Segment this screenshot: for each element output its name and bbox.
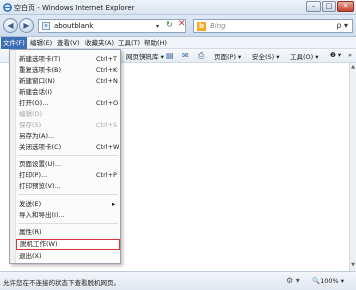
address-dropdown-icon[interactable]: ▾ — [156, 23, 159, 30]
menu-item-label: 导入和导出(I)... — [19, 211, 65, 219]
menu-item-send[interactable]: 发送(E) ▸ — [16, 199, 120, 209]
menu-item-label: 新建选项卡(T) — [19, 55, 61, 63]
zoom-level[interactable]: 🔍100% ▾ — [312, 277, 344, 285]
maximize-button[interactable]: □ — [322, 1, 336, 12]
back-button[interactable]: ◀ — [3, 18, 18, 33]
menu-item-new-tab[interactable]: 新建选项卡(T) Ctrl+T — [16, 54, 120, 64]
menu-item-label: 打印预览(V)... — [19, 182, 61, 190]
menu-item-shortcut: Ctrl+K — [96, 66, 118, 74]
search-icon[interactable]: ρ ▾ — [336, 21, 348, 30]
security-zone-icon[interactable]: ⚙ ▾ — [286, 276, 300, 285]
menu-item-save-as[interactable]: 另存为(A)... — [16, 131, 120, 141]
minimize-button[interactable]: – — [306, 1, 321, 12]
menu-view[interactable]: 查看(V) — [55, 37, 82, 49]
menu-item-label: 编辑(D) — [19, 110, 43, 118]
menu-item-exit[interactable]: 退出(X) — [16, 251, 120, 261]
page-icon: e — [42, 22, 50, 30]
more-chevron-icon[interactable]: » — [348, 51, 352, 59]
menu-item-label: 保存(S) — [19, 121, 42, 129]
menu-item-label: 新建窗口(N) — [19, 77, 55, 85]
menu-item-new-window[interactable]: 新建窗口(N) Ctrl+N — [16, 76, 120, 86]
menu-item-label: 页面设置(U)... — [19, 160, 62, 168]
file-menu-dropdown: 新建选项卡(T) Ctrl+T 重复选项卡(B) Ctrl+K 新建窗口(N) … — [9, 49, 121, 264]
menu-item-work-offline[interactable]: 脱机工作(W) — [16, 239, 120, 250]
back-arrow-icon: ◀ — [7, 21, 14, 30]
menu-item-edit: 编辑(D) — [16, 109, 120, 119]
menu-tools[interactable]: 工具(T) — [116, 37, 142, 49]
menu-item-label: 脱机工作(W) — [20, 240, 58, 248]
window-title: 空白页 - Windows Internet Explorer — [14, 4, 135, 12]
menu-item-save: 保存(S) Ctrl+S — [16, 120, 120, 130]
ie-logo-icon — [3, 3, 12, 12]
menu-item-shortcut: Ctrl+S — [96, 121, 118, 129]
tools-menu[interactable]: 工具(O) ▾ — [290, 51, 319, 61]
menu-item-import-export[interactable]: 导入和导出(I)... — [16, 210, 120, 220]
menu-item-shortcut: Ctrl+T — [96, 55, 117, 63]
menu-item-open[interactable]: 打开(O)... Ctrl+O — [16, 98, 120, 108]
menu-item-label: 打开(O)... — [19, 99, 49, 107]
menu-edit[interactable]: 编辑(E) — [28, 37, 54, 49]
menu-item-print[interactable]: 打印(P)... Ctrl+P — [16, 170, 120, 180]
menu-separator — [18, 155, 118, 156]
menu-item-label: 重复选项卡(B) — [19, 66, 62, 74]
safety-menu[interactable]: 安全(S) ▾ — [252, 51, 280, 61]
scroll-up-icon[interactable]: ▲ — [350, 64, 356, 71]
address-url: aboutblank — [54, 22, 94, 30]
refresh-icon[interactable]: ↻ — [166, 20, 173, 29]
address-input[interactable]: e aboutblank — [38, 19, 186, 33]
menu-item-print-preview[interactable]: 打印预览(V)... — [16, 181, 120, 191]
page-menu[interactable]: 页面(P) ▾ — [214, 51, 241, 61]
menu-item-duplicate-tab[interactable]: 重复选项卡(B) Ctrl+K — [16, 65, 120, 75]
menu-favorites[interactable]: 收藏夹(A) — [83, 37, 116, 49]
vertical-scrollbar[interactable]: ▲ ▼ — [349, 63, 356, 271]
menu-item-label: 另存为(A)... — [19, 132, 55, 140]
menu-help[interactable]: 帮助(H) — [142, 37, 169, 49]
status-text: 允许您在不连接的状态下查看脱机网页。 — [3, 279, 120, 287]
menu-item-label: 关闭选项卡(C) — [19, 143, 62, 151]
scroll-down-icon[interactable]: ▼ — [350, 262, 356, 269]
menu-item-label: 属性(R) — [19, 228, 42, 236]
menu-separator — [18, 223, 118, 224]
menu-item-shortcut: Ctrl+N — [96, 77, 118, 85]
bing-logo-icon: b — [197, 22, 206, 31]
forward-button[interactable]: ▶ — [19, 18, 34, 33]
menu-item-shortcut: Ctrl+W — [96, 143, 120, 151]
menu-item-new-session[interactable]: 新建会话(I) — [16, 87, 120, 97]
print-icon[interactable]: ⎙ — [198, 51, 204, 61]
search-placeholder: Bing — [210, 22, 226, 30]
menu-item-close-tab[interactable]: 关闭选项卡(C) Ctrl+W — [16, 142, 120, 152]
feeds-icon[interactable]: ▤ — [166, 51, 174, 60]
close-button[interactable]: ✕ — [337, 1, 354, 12]
menu-item-label: 退出(X) — [19, 252, 42, 260]
menu-item-label: 新建会话(I) — [19, 88, 52, 96]
navigation-bar: ◀ ▶ e aboutblank ▾ ↻ ✕ b Bing ρ ▾ — [0, 15, 356, 37]
menu-item-properties[interactable]: 属性(R) — [16, 227, 120, 237]
search-input[interactable]: b Bing ρ ▾ — [193, 19, 353, 33]
menu-file[interactable]: 文件(F) — [1, 37, 27, 49]
forward-arrow-icon: ▶ — [23, 21, 30, 30]
submenu-arrow-icon: ▸ — [112, 200, 116, 208]
menu-item-label: 发送(E) — [19, 200, 42, 208]
menu-separator — [18, 194, 118, 195]
menu-item-shortcut: Ctrl+O — [96, 99, 119, 107]
home-icon[interactable]: ⌂ — [143, 51, 148, 60]
help-menu[interactable]: ❷ ▾ — [330, 51, 341, 59]
stop-icon[interactable]: ✕ — [178, 19, 186, 29]
mail-icon[interactable]: ✉ — [182, 51, 189, 60]
menu-item-shortcut: Ctrl+P — [96, 171, 117, 179]
menu-item-page-setup[interactable]: 页面设置(U)... — [16, 159, 120, 169]
title-bar: 空白页 - Windows Internet Explorer – □ ✕ — [0, 0, 356, 15]
menu-item-label: 打印(P)... — [19, 171, 48, 179]
menu-bar: 文件(F) 编辑(E) 查看(V) 收藏夹(A) 工具(T) 帮助(H) — [0, 37, 356, 49]
status-bar: 允许您在不连接的状态下查看脱机网页。 ⚙ ▾ 🔍100% ▾ — [0, 271, 356, 290]
